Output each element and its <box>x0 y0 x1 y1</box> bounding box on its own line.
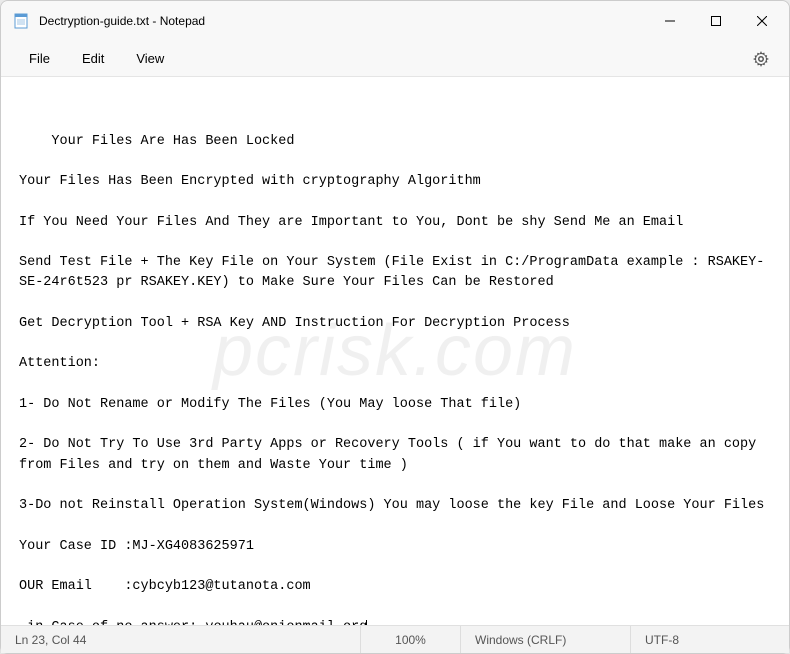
watermark: pcrisk.com <box>213 297 577 405</box>
close-icon <box>757 16 767 26</box>
gear-icon <box>753 51 769 67</box>
notepad-window: Dectryption-guide.txt - Notepad File Edi… <box>0 0 790 654</box>
statusbar: Ln 23, Col 44 100% Windows (CRLF) UTF-8 <box>1 625 789 653</box>
maximize-icon <box>711 16 721 26</box>
text-caret <box>366 620 367 626</box>
maximize-button[interactable] <box>693 5 739 37</box>
status-line-ending: Windows (CRLF) <box>461 626 631 653</box>
menu-view[interactable]: View <box>120 45 180 72</box>
text-editor-content[interactable]: pcrisk.com Your Files Are Has Been Locke… <box>1 77 789 625</box>
status-encoding: UTF-8 <box>631 626 789 653</box>
minimize-button[interactable] <box>647 5 693 37</box>
window-controls <box>647 5 785 37</box>
menu-file[interactable]: File <box>13 45 66 72</box>
status-cursor-position: Ln 23, Col 44 <box>1 626 361 653</box>
status-zoom: 100% <box>361 626 461 653</box>
window-title: Dectryption-guide.txt - Notepad <box>39 14 647 28</box>
settings-button[interactable] <box>745 43 777 75</box>
notepad-icon <box>13 13 29 29</box>
close-button[interactable] <box>739 5 785 37</box>
minimize-icon <box>665 16 675 26</box>
menubar: File Edit View <box>1 41 789 77</box>
titlebar: Dectryption-guide.txt - Notepad <box>1 1 789 41</box>
menu-edit[interactable]: Edit <box>66 45 120 72</box>
